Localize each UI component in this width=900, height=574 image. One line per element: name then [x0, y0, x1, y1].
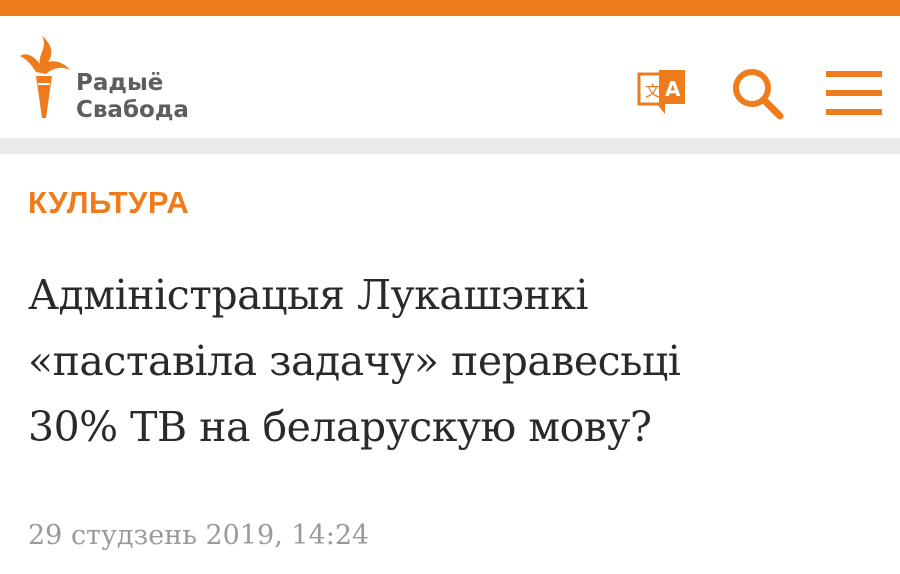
svg-text:文: 文 [645, 82, 660, 100]
article-headline: Адміністрацыя Лукашэнкі «паставіла задач… [28, 262, 888, 460]
site-logo[interactable]: Радыё Свабода [18, 34, 208, 124]
search-icon[interactable] [730, 66, 786, 127]
headline-line-3: 30% ТВ на беларускую мову? [28, 403, 652, 451]
headline-line-2: «паставіла задачу» перавесьці [28, 337, 681, 385]
category-link[interactable]: КУЛЬТУРА [28, 185, 189, 221]
publish-date: 29 студзень 2019, 14:24 [28, 520, 370, 551]
translate-icon[interactable]: 文 A [637, 68, 689, 123]
site-header: Радыё Свабода 文 A [0, 16, 900, 138]
torch-logo-icon [20, 36, 70, 118]
header-divider [0, 138, 900, 154]
logo-line-1: Радыё [76, 70, 164, 96]
logo-line-2: Свабода [76, 97, 189, 123]
top-accent-bar [0, 0, 900, 16]
headline-line-1: Адміністрацыя Лукашэнкі [28, 271, 589, 319]
svg-text:A: A [665, 77, 681, 101]
logo-wordmark: Радыё Свабода [76, 70, 189, 124]
menu-icon[interactable] [826, 71, 882, 122]
